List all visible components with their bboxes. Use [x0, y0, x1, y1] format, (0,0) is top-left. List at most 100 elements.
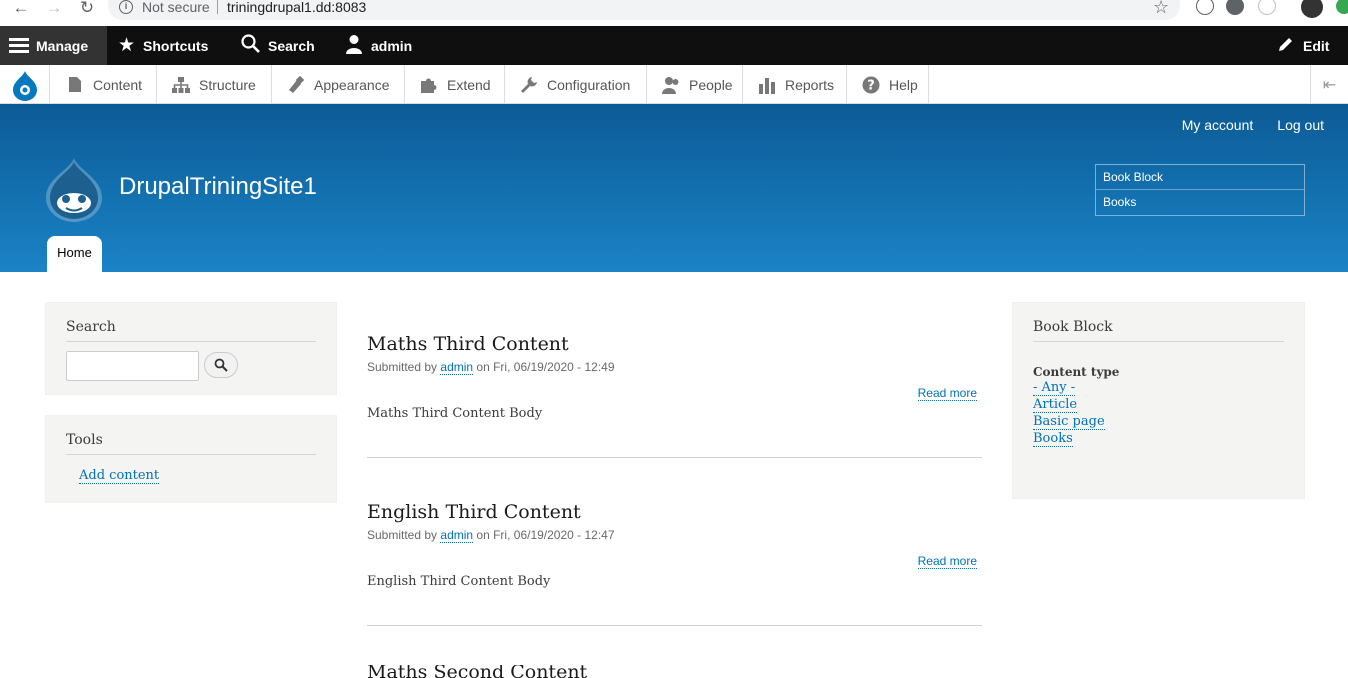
star-icon: ★ — [118, 35, 136, 56]
extension-v-icon[interactable] — [1196, 0, 1214, 15]
person-icon — [661, 75, 681, 95]
tray-item-help[interactable]: ? Help — [847, 65, 929, 104]
node-title[interactable]: Maths Second Content — [367, 665, 982, 678]
magnifier-icon — [241, 34, 260, 57]
facet-link-books[interactable]: Books — [1033, 431, 1073, 447]
facet-link-basic-page[interactable]: Basic page — [1033, 414, 1105, 430]
reload-icon[interactable]: ↻ — [76, 0, 98, 18]
site-name[interactable]: DrupalTriningSite1 — [119, 173, 317, 201]
tray-item-content[interactable]: Content — [51, 65, 157, 104]
node-date: on Fri, 06/19/2020 - 12:47 — [476, 528, 615, 542]
submitted-label: Submitted by — [367, 360, 438, 374]
edit-button[interactable]: Edit — [1277, 26, 1329, 65]
facet-list: - Any - Article Basic page Books — [1033, 379, 1119, 447]
facet-label: Content type — [1033, 365, 1120, 379]
tray-item-structure[interactable]: Structure — [157, 65, 272, 104]
node-title[interactable]: Maths Third Content — [367, 333, 982, 355]
book-block: Book Block Content type - Any - Article … — [1012, 302, 1305, 499]
secondary-menu: My account Log out — [1182, 117, 1348, 133]
tray-item-label: Help — [889, 76, 918, 93]
shortcuts-button[interactable]: ★ Shortcuts — [118, 26, 208, 65]
facet-link-article[interactable]: Article — [1033, 397, 1078, 413]
info-icon[interactable]: i — [119, 0, 133, 14]
tray-item-reports[interactable]: Reports — [743, 65, 847, 104]
drupal-logo-icon[interactable] — [0, 65, 50, 104]
header-book-block: Book Block Books — [1095, 164, 1305, 216]
node-teaser: English Third Content Submitted by admin… — [367, 501, 982, 626]
extension-green-icon[interactable] — [1336, 0, 1348, 14]
tools-block-title: Tools — [66, 432, 316, 455]
node-teaser: Maths Third Content Submitted by admin o… — [367, 333, 982, 458]
node-meta: Submitted by admin on Fri, 06/19/2020 - … — [367, 528, 982, 543]
search-block: Search — [45, 302, 337, 395]
book-block-title: Book Block — [1033, 319, 1284, 342]
header-block-item[interactable]: Books — [1096, 190, 1304, 215]
node-meta: Submitted by admin on Fri, 06/19/2020 - … — [367, 360, 982, 375]
search-toolbar-label: Search — [268, 37, 315, 54]
node-title[interactable]: English Third Content — [367, 501, 982, 523]
read-more-link[interactable]: Read more — [917, 386, 977, 401]
facet-link-any[interactable]: - Any - — [1033, 380, 1076, 396]
header-block-item[interactable]: Book Block — [1096, 165, 1304, 190]
search-input[interactable] — [66, 351, 199, 381]
hamburger-icon — [9, 37, 29, 54]
tray-item-label: Appearance — [314, 76, 390, 93]
search-block-title: Search — [66, 319, 316, 342]
tray-item-configuration[interactable]: Configuration — [505, 65, 647, 104]
url-text[interactable]: triningdrupal1.dd:8083 — [227, 0, 366, 15]
tray-item-extend[interactable]: Extend — [405, 65, 505, 104]
security-label: Not secure — [142, 0, 210, 15]
user-button[interactable]: admin — [345, 26, 412, 65]
puzzle-icon — [419, 75, 439, 95]
question-icon: ? — [861, 75, 881, 95]
pencil-icon — [1277, 35, 1295, 57]
tray-item-label: Configuration — [547, 76, 631, 93]
file-icon — [65, 75, 85, 95]
sitemap-icon — [171, 75, 191, 95]
svg-text:?: ? — [867, 78, 875, 93]
profile-avatar[interactable] — [1301, 0, 1323, 18]
extension-timer-icon[interactable] — [1258, 0, 1276, 15]
forward-icon[interactable]: → — [43, 0, 65, 18]
browser-chrome: ← → ↻ i Not secure triningdrupal1.dd:808… — [0, 0, 1348, 26]
bar-chart-icon — [757, 75, 777, 95]
node-body: Maths Third Content Body — [367, 406, 543, 421]
my-account-link[interactable]: My account — [1182, 117, 1254, 133]
tab-home[interactable]: Home — [47, 236, 102, 272]
node-divider — [367, 625, 982, 626]
tray-item-people[interactable]: People — [647, 65, 743, 104]
search-submit-button[interactable] — [204, 352, 238, 378]
tray-item-appearance[interactable]: Appearance — [272, 65, 405, 104]
node-divider — [367, 457, 982, 458]
tray-item-label: People — [689, 76, 733, 93]
collapse-tray-icon[interactable]: ⇤ — [1310, 65, 1348, 104]
paint-icon — [286, 75, 306, 95]
tray-item-label: Extend — [447, 76, 491, 93]
site-logo[interactable] — [44, 156, 104, 222]
submitted-label: Submitted by — [367, 528, 438, 542]
node-teaser: Maths Second Content — [367, 665, 982, 678]
bookmark-star-icon[interactable]: ☆ — [1153, 0, 1169, 18]
read-more-link[interactable]: Read more — [917, 554, 977, 569]
tools-block: Tools Add content — [45, 415, 337, 503]
admin-tray: Content Structure Appearance Extend Conf… — [0, 65, 1348, 104]
tray-item-label: Content — [93, 76, 143, 93]
site-header: My account Log out DrupalTriningSite1 Bo… — [0, 104, 1348, 272]
user-icon — [345, 34, 363, 58]
manage-label: Manage — [36, 37, 89, 54]
user-label: admin — [371, 37, 413, 54]
tray-item-label: Reports — [785, 76, 835, 93]
search-toolbar-button[interactable]: Search — [241, 26, 315, 65]
log-out-link[interactable]: Log out — [1277, 117, 1324, 133]
author-link[interactable]: admin — [440, 528, 474, 543]
author-link[interactable]: admin — [440, 360, 474, 375]
admin-toolbar: Manage ★ Shortcuts Search admin Edit — [0, 26, 1348, 65]
extension-moon-icon[interactable] — [1226, 0, 1244, 15]
edit-label: Edit — [1303, 37, 1330, 54]
magnifier-icon — [214, 358, 228, 372]
tray-item-label: Structure — [199, 76, 256, 93]
back-icon[interactable]: ← — [10, 0, 32, 18]
add-content-link[interactable]: Add content — [79, 468, 160, 484]
manage-button[interactable]: Manage — [0, 26, 107, 65]
wrench-icon — [519, 75, 539, 95]
